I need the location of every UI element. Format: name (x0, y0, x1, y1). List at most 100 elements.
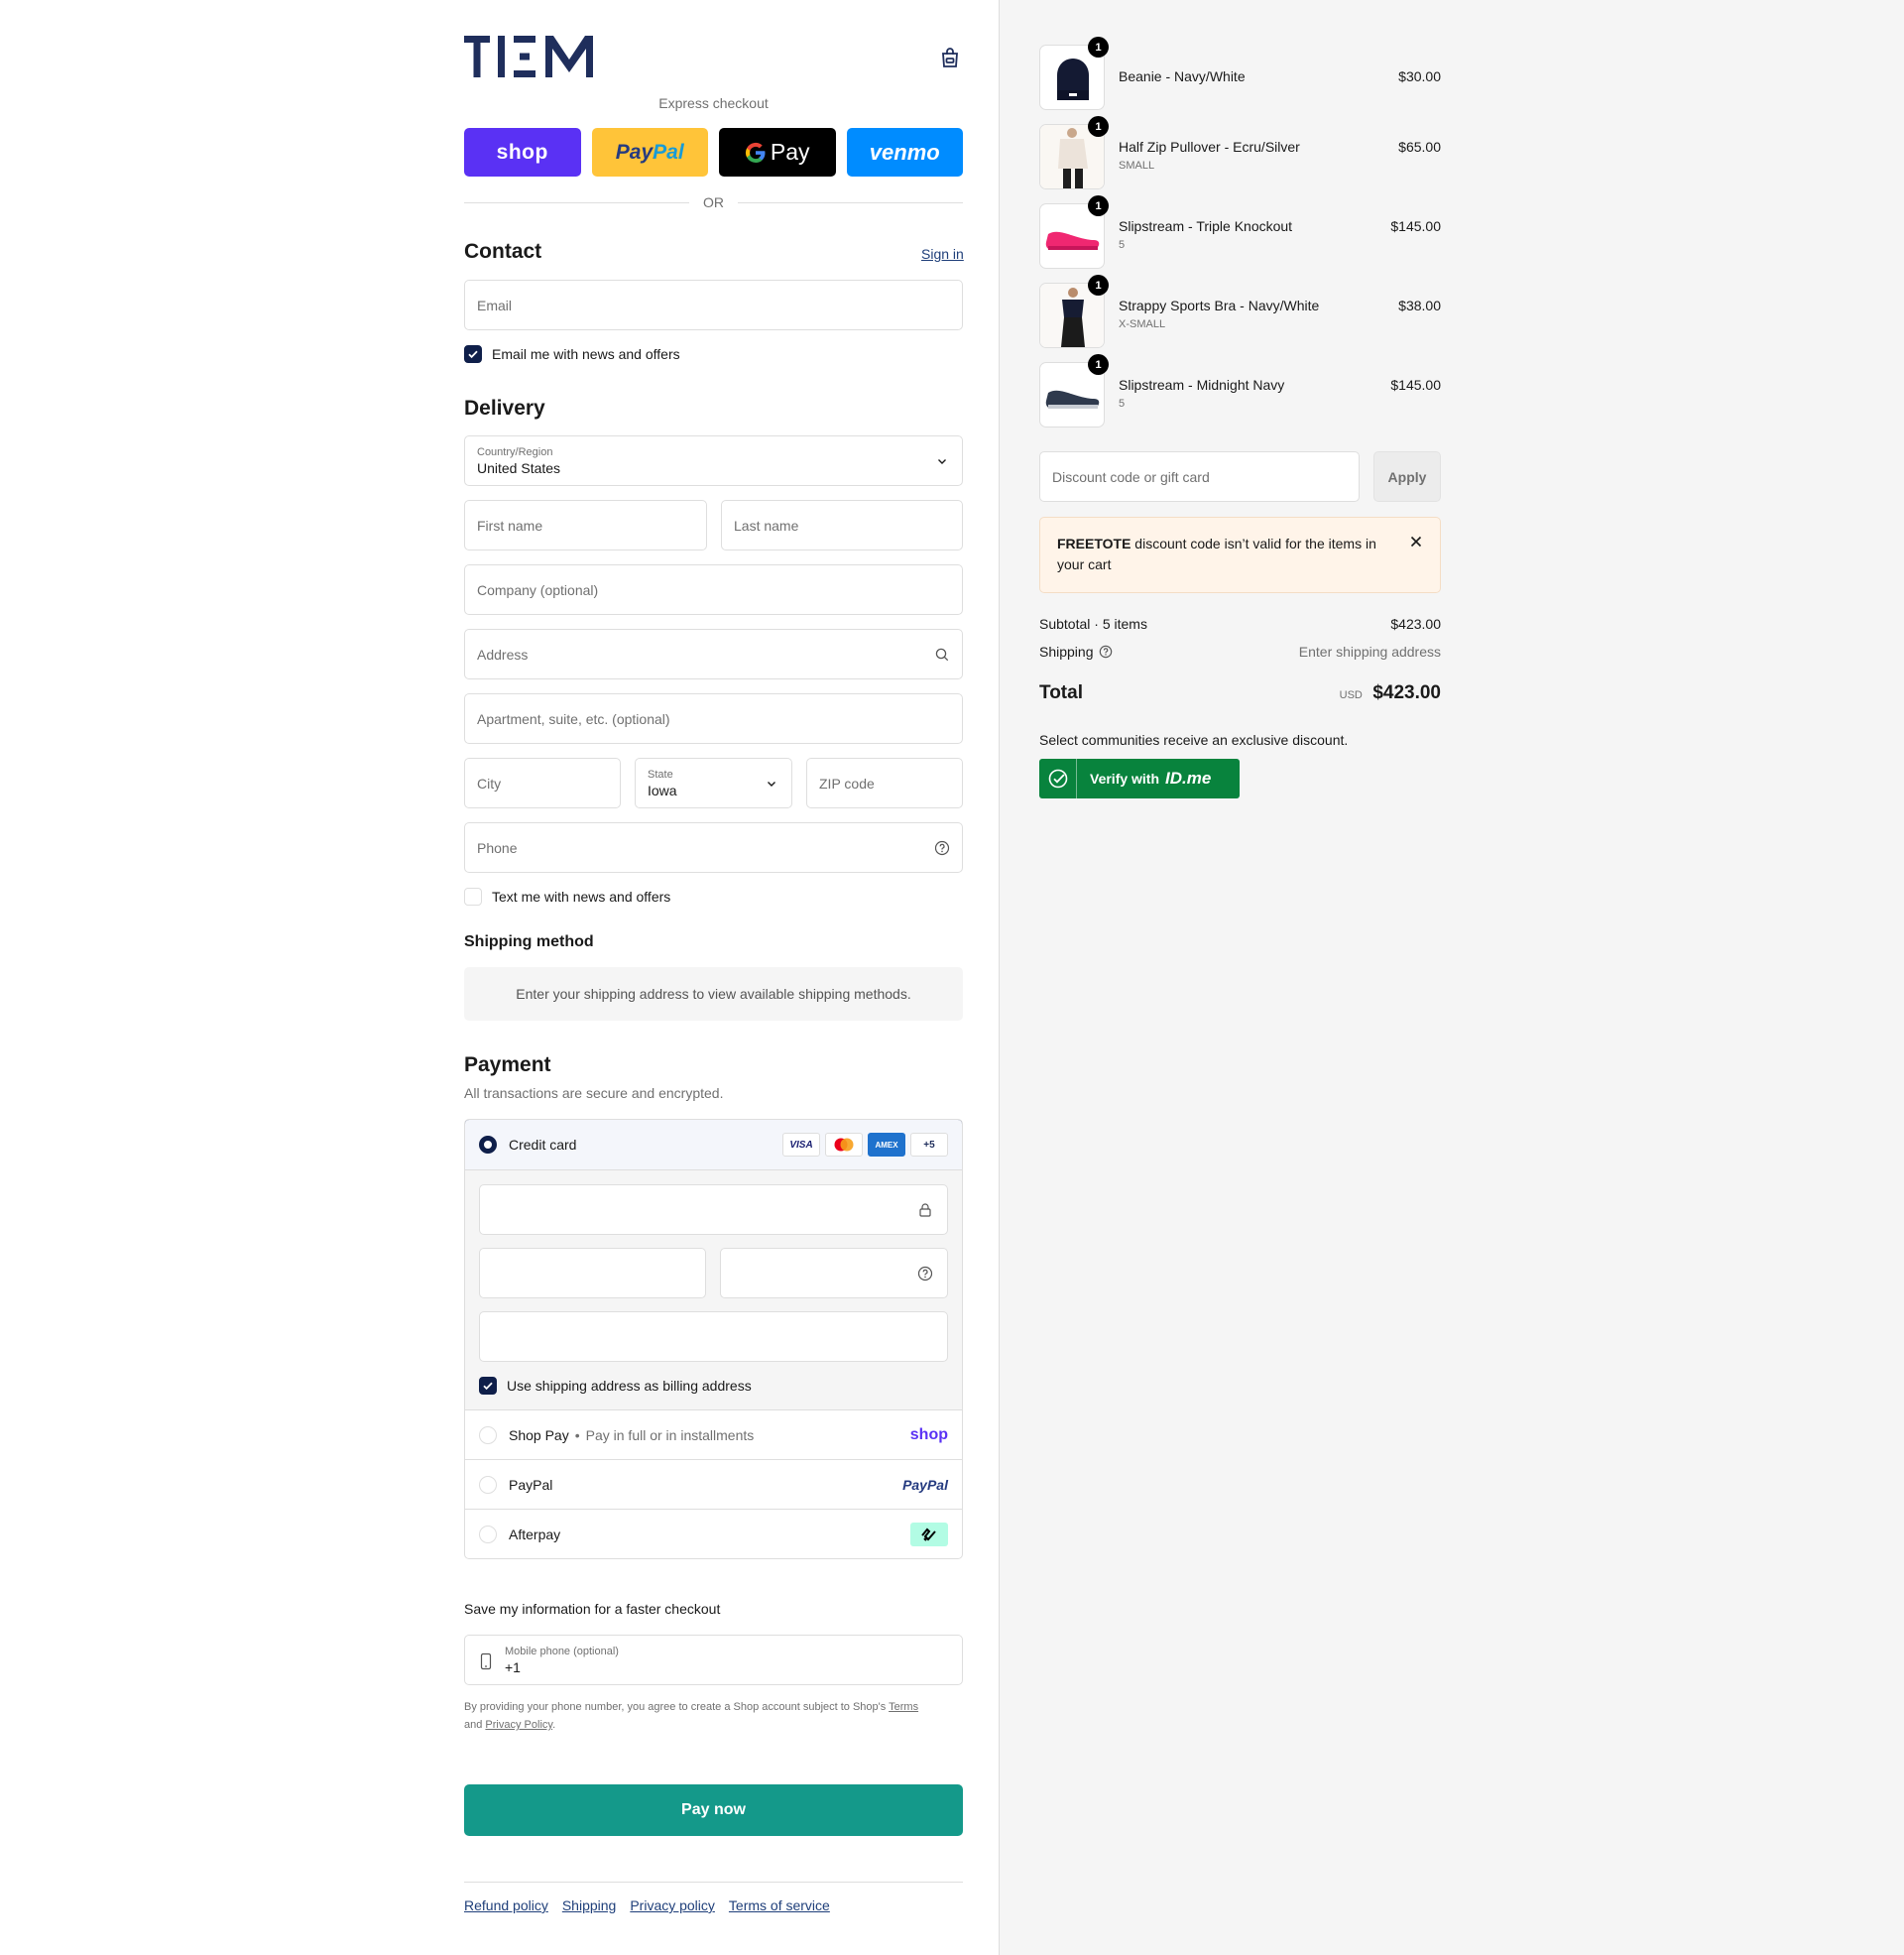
email-field[interactable]: Email (464, 280, 963, 330)
phone-field[interactable]: Phone (464, 822, 963, 873)
cart-item: 1 Beanie - Navy/White $30.00 (1039, 37, 1441, 110)
refund-policy-link[interactable]: Refund policy (464, 1897, 548, 1913)
discount-code-input[interactable]: Discount code or gift card (1039, 451, 1360, 502)
email-placeholder: Email (477, 297, 513, 313)
cart-item: 1 Strappy Sports Bra - Navy/White X-SMAL… (1039, 275, 1441, 348)
mastercard-icon (825, 1133, 863, 1157)
billing-same-checkbox[interactable]: Use shipping address as billing address (479, 1377, 752, 1395)
email-news-label: Email me with news and offers (492, 346, 680, 362)
help-circle-icon[interactable] (934, 840, 950, 856)
privacy-policy-link[interactable]: Privacy Policy (485, 1719, 552, 1731)
country-value: United States (477, 459, 561, 476)
item-variant: SMALL (1119, 160, 1155, 172)
privacy-policy-footer-link[interactable]: Privacy policy (630, 1897, 715, 1913)
help-circle-icon[interactable] (1099, 645, 1113, 659)
company-field[interactable]: Company (optional) (464, 564, 963, 615)
email-news-checkbox[interactable]: Email me with news and offers (464, 345, 680, 363)
mobile-phone-field[interactable]: Mobile phone (optional) +1 (464, 1635, 963, 1685)
shipping-row: Shipping Enter shipping address (1039, 644, 1441, 660)
billing-same-label: Use shipping address as billing address (507, 1378, 752, 1394)
item-name: Strappy Sports Bra - Navy/White (1119, 298, 1320, 313)
radio-unselected-icon (479, 1475, 497, 1494)
google-pay-express-button[interactable]: Pay (719, 128, 836, 177)
discount-error-alert: FREETOTE discount code isn’t valid for t… (1039, 517, 1441, 593)
card-cvv-field[interactable] (720, 1248, 948, 1298)
quantity-badge: 1 (1088, 195, 1109, 216)
total-value: $423.00 (1372, 682, 1441, 703)
shopping-bag-icon[interactable] (938, 46, 962, 69)
venmo-express-button[interactable]: venmo (846, 128, 963, 177)
dot-separator: • (574, 1426, 580, 1443)
apartment-placeholder: Apartment, suite, etc. (optional) (477, 710, 670, 727)
address-field[interactable]: Address (464, 629, 963, 679)
visa-icon: VISA (782, 1133, 820, 1157)
footer-links: Refund policy Shipping Privacy policy Te… (464, 1897, 830, 1913)
shipping-policy-link[interactable]: Shipping (562, 1897, 617, 1913)
paypal-express-button[interactable]: PayPal (591, 128, 708, 177)
paypal-label: PayPal (509, 1476, 553, 1493)
credit-card-label: Credit card (509, 1137, 577, 1153)
state-label: State (648, 768, 673, 781)
last-name-placeholder: Last name (734, 517, 799, 534)
paypal-logo: PayPal (902, 1476, 948, 1493)
apply-discount-button[interactable]: Apply (1373, 451, 1441, 502)
payment-option-afterpay[interactable]: Afterpay (465, 1509, 962, 1558)
zip-field[interactable]: ZIP code (806, 758, 963, 808)
card-number-field[interactable] (479, 1184, 948, 1235)
google-g-icon (745, 142, 766, 163)
checkbox-checked-icon (464, 345, 482, 363)
legal-text-part-2: and (464, 1719, 486, 1731)
close-icon[interactable] (1408, 534, 1424, 550)
legal-text-part-3: . (552, 1719, 556, 1731)
payment-methods: Credit card VISA AMEX +5 Use shipping ad… (464, 1119, 963, 1559)
search-icon (935, 648, 949, 661)
currency-code: USD (1339, 689, 1363, 701)
tiem-logo[interactable] (464, 36, 595, 77)
footer-divider (464, 1882, 963, 1883)
payment-option-paypal[interactable]: PayPal PayPal (465, 1459, 962, 1509)
item-variant: 5 (1119, 239, 1126, 251)
last-name-field[interactable]: Last name (721, 500, 963, 550)
first-name-placeholder: First name (477, 517, 543, 534)
gpay-label: Pay (770, 139, 810, 165)
card-expiry-field[interactable] (479, 1248, 706, 1298)
item-name: Slipstream - Triple Knockout (1119, 218, 1293, 234)
card-name-field[interactable] (479, 1311, 948, 1362)
chevron-down-icon (768, 781, 775, 787)
payment-option-shop-pay[interactable]: Shop Pay • Pay in full or in installment… (465, 1409, 962, 1459)
terms-of-service-link[interactable]: Terms of service (729, 1897, 830, 1913)
total-row: Total USD $423.00 (1039, 682, 1441, 704)
mobile-phone-value: +1 (505, 1658, 521, 1675)
text-news-checkbox[interactable]: Text me with news and offers (464, 888, 670, 906)
pay-now-button[interactable]: Pay now (464, 1784, 963, 1836)
help-circle-icon[interactable] (917, 1266, 933, 1282)
or-divider: OR (464, 194, 963, 210)
country-select[interactable]: Country/Region United States (464, 435, 963, 486)
terms-link[interactable]: Terms (889, 1701, 918, 1713)
text-news-label: Text me with news and offers (492, 889, 671, 905)
divider-line (464, 201, 689, 203)
state-select[interactable]: State Iowa (635, 758, 792, 808)
sign-in-link[interactable]: Sign in (921, 246, 964, 262)
item-name: Beanie - Navy/White (1119, 68, 1246, 84)
payment-subtitle: All transactions are secure and encrypte… (464, 1085, 724, 1101)
zip-placeholder: ZIP code (819, 775, 875, 792)
contact-heading: Contact (464, 240, 542, 263)
shop-pay-logo: shop (909, 1425, 948, 1443)
shop-pay-express-button[interactable]: shop (464, 128, 581, 177)
shop-label: shop (496, 140, 548, 164)
paypal-label: PayPal (615, 140, 684, 164)
afterpay-logo-icon (910, 1522, 948, 1546)
first-name-field[interactable]: First name (464, 500, 707, 550)
mobile-phone-label: Mobile phone (optional) (505, 1645, 619, 1657)
legal-text-part-1: By providing your phone number, you agre… (464, 1701, 890, 1713)
more-cards-badge: +5 (910, 1133, 948, 1157)
apartment-field[interactable]: Apartment, suite, etc. (optional) (464, 693, 963, 744)
payment-option-credit-card[interactable]: Credit card VISA AMEX +5 (465, 1120, 962, 1170)
verify-idme-button[interactable]: Verify with ID.me (1039, 759, 1240, 798)
subtotal-row: Subtotal · 5 items $423.00 (1039, 616, 1441, 632)
city-field[interactable]: City (464, 758, 621, 808)
item-price: $145.00 (1390, 218, 1441, 234)
credit-card-form: Use shipping address as billing address (465, 1169, 962, 1409)
remember-me-title: Save my information for a faster checkou… (464, 1601, 721, 1617)
